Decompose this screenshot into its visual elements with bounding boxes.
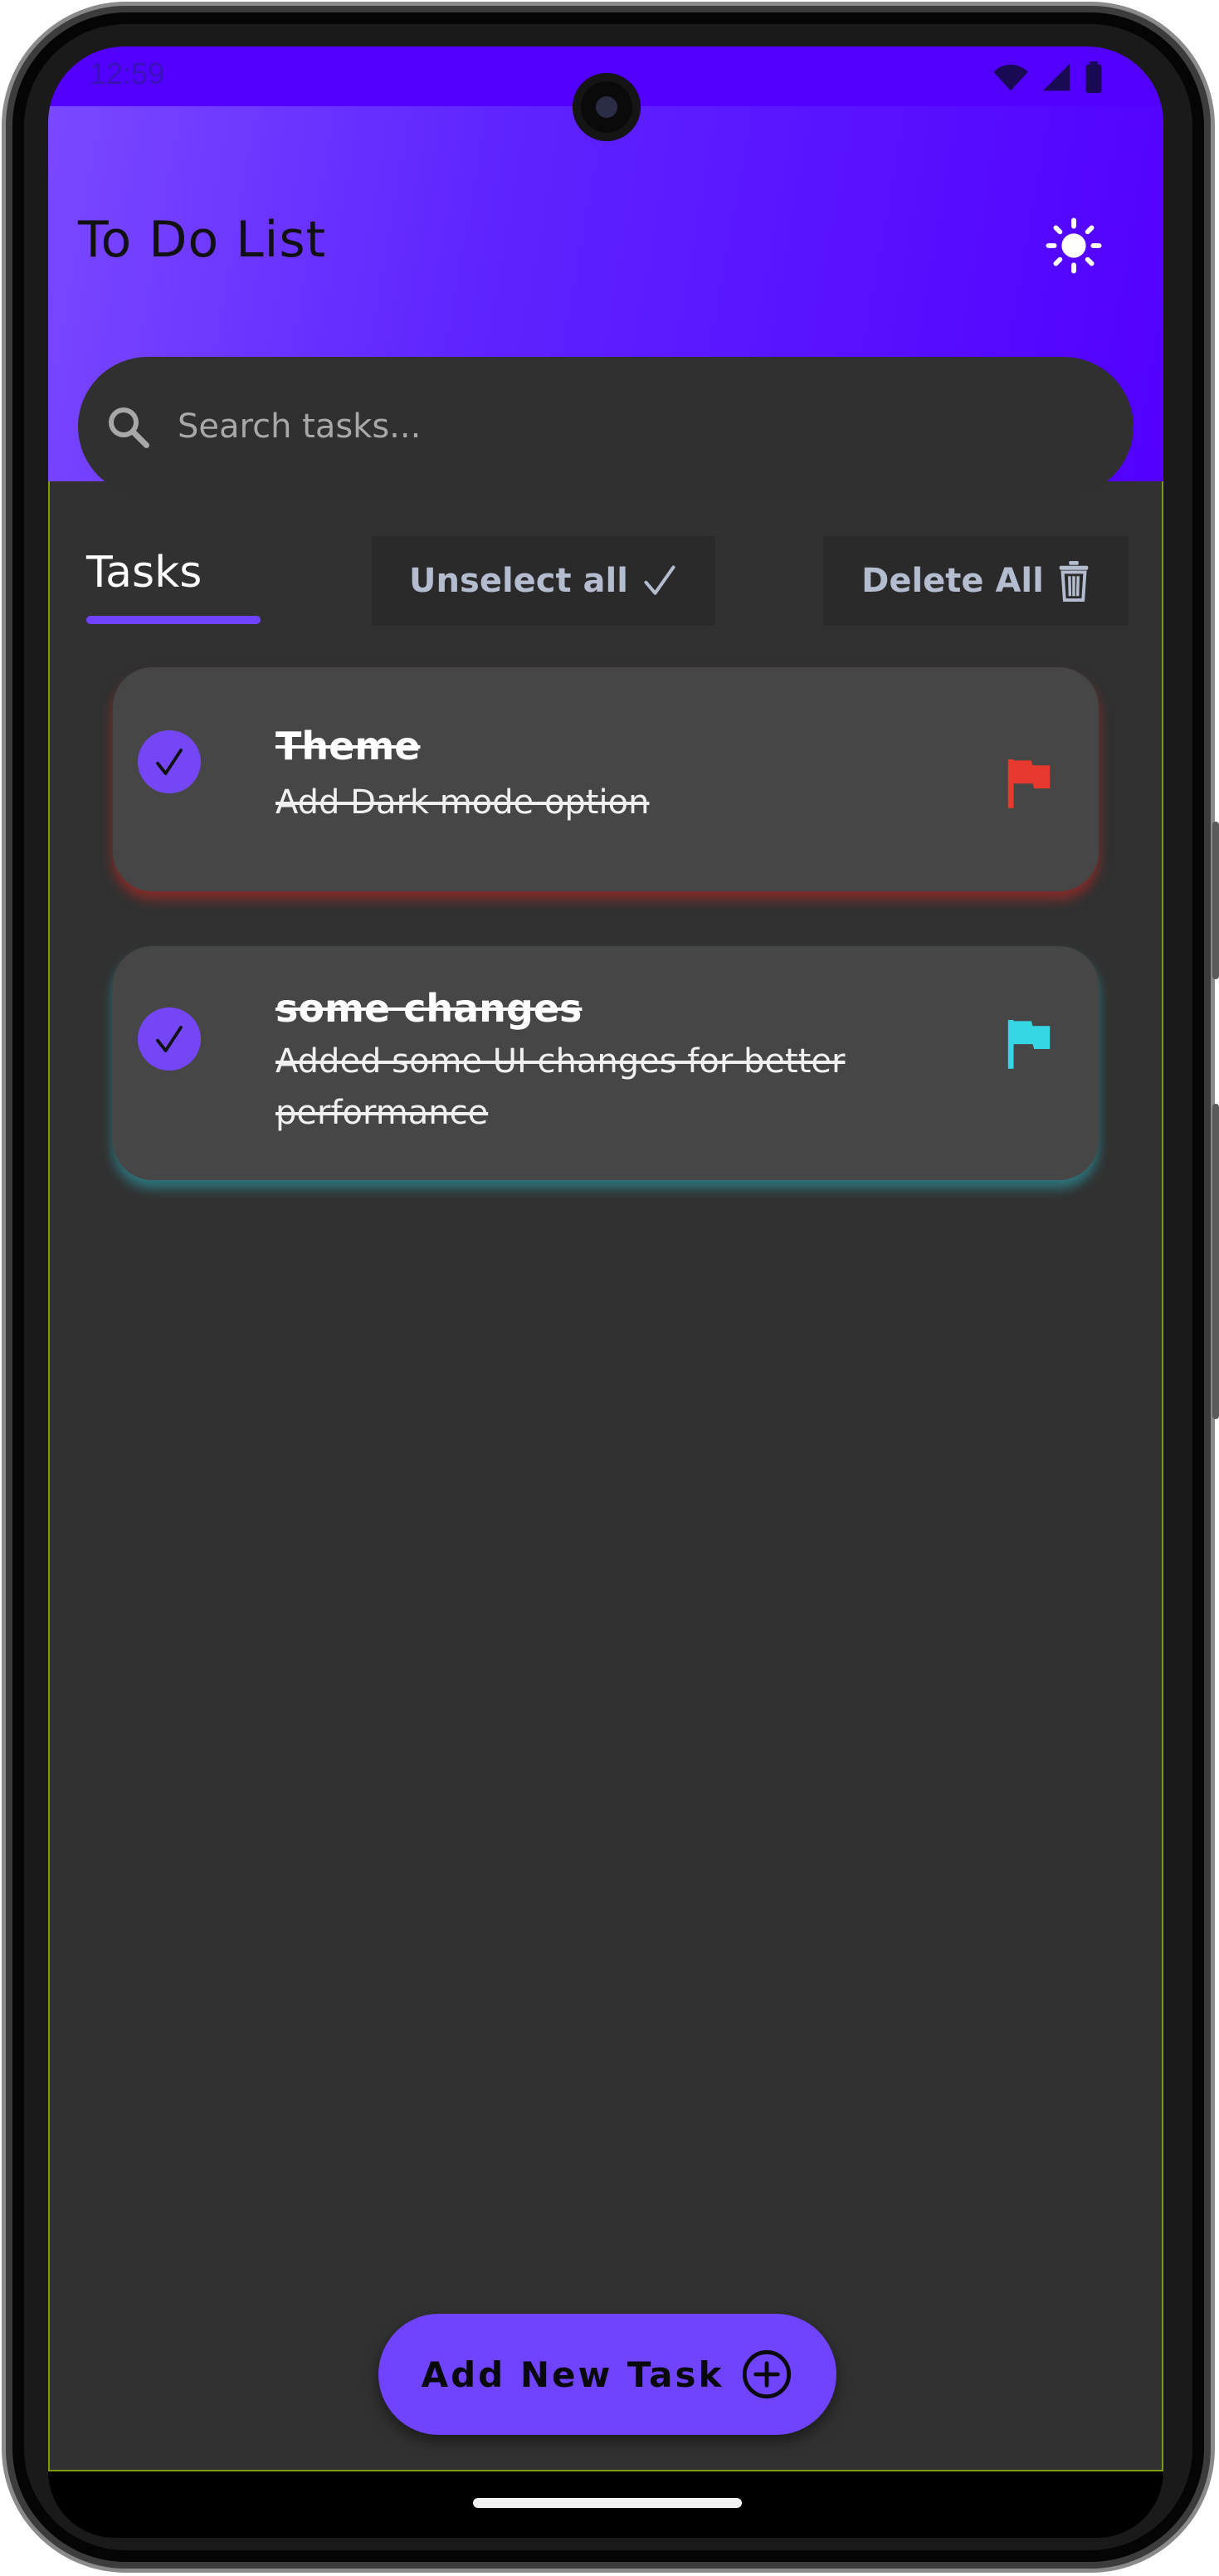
screen: 12:59 To Do List Search tasks... Tasks U… (48, 46, 1163, 2471)
theme-toggle-button[interactable] (1042, 214, 1105, 277)
delete-all-button[interactable]: Delete All (823, 536, 1129, 626)
flag-icon[interactable] (1006, 757, 1052, 808)
delete-all-label: Delete All (861, 562, 1044, 600)
wifi-icon (993, 64, 1028, 91)
add-task-button[interactable]: Add New Task (378, 2314, 836, 2435)
task-description: Add Dark mode option (275, 783, 650, 822)
status-icons (992, 61, 1104, 93)
search-input[interactable] (176, 407, 1092, 446)
checkmark-icon (644, 565, 675, 595)
task-checkbox[interactable] (138, 730, 201, 793)
task-card[interactable]: some changes Added some UI changes for b… (113, 946, 1099, 1180)
volume-button (1212, 1104, 1219, 1419)
status-time: 12:59 (90, 56, 165, 90)
battery-icon (1085, 61, 1102, 93)
home-indicator[interactable] (473, 2498, 742, 2508)
trash-icon (1059, 560, 1089, 602)
task-checkbox[interactable] (138, 1007, 201, 1071)
signal-icon (1042, 63, 1070, 91)
unselect-all-button[interactable]: Unselect all (372, 536, 715, 626)
plus-circle-icon (743, 2349, 792, 2399)
tab-tasks[interactable]: Tasks (86, 548, 202, 598)
power-button (1212, 822, 1219, 979)
app-header: To Do List (48, 106, 1163, 496)
task-card[interactable]: Theme Add Dark mode option (113, 667, 1099, 891)
unselect-all-label: Unselect all (409, 562, 628, 600)
task-title: some changes (275, 986, 583, 1031)
flag-icon[interactable] (1006, 1017, 1052, 1069)
sun-icon (1046, 217, 1102, 274)
tab-indicator (86, 616, 261, 624)
front-camera (573, 73, 641, 141)
app-title: To Do List (78, 211, 327, 269)
add-task-label: Add New Task (421, 2354, 724, 2395)
task-title: Theme (275, 724, 421, 768)
task-description: Added some UI changes for better perform… (275, 1042, 846, 1132)
checkmark-icon (156, 1026, 183, 1052)
search-icon (109, 407, 149, 448)
search-bar[interactable] (78, 357, 1134, 496)
checkmark-icon (156, 749, 183, 775)
